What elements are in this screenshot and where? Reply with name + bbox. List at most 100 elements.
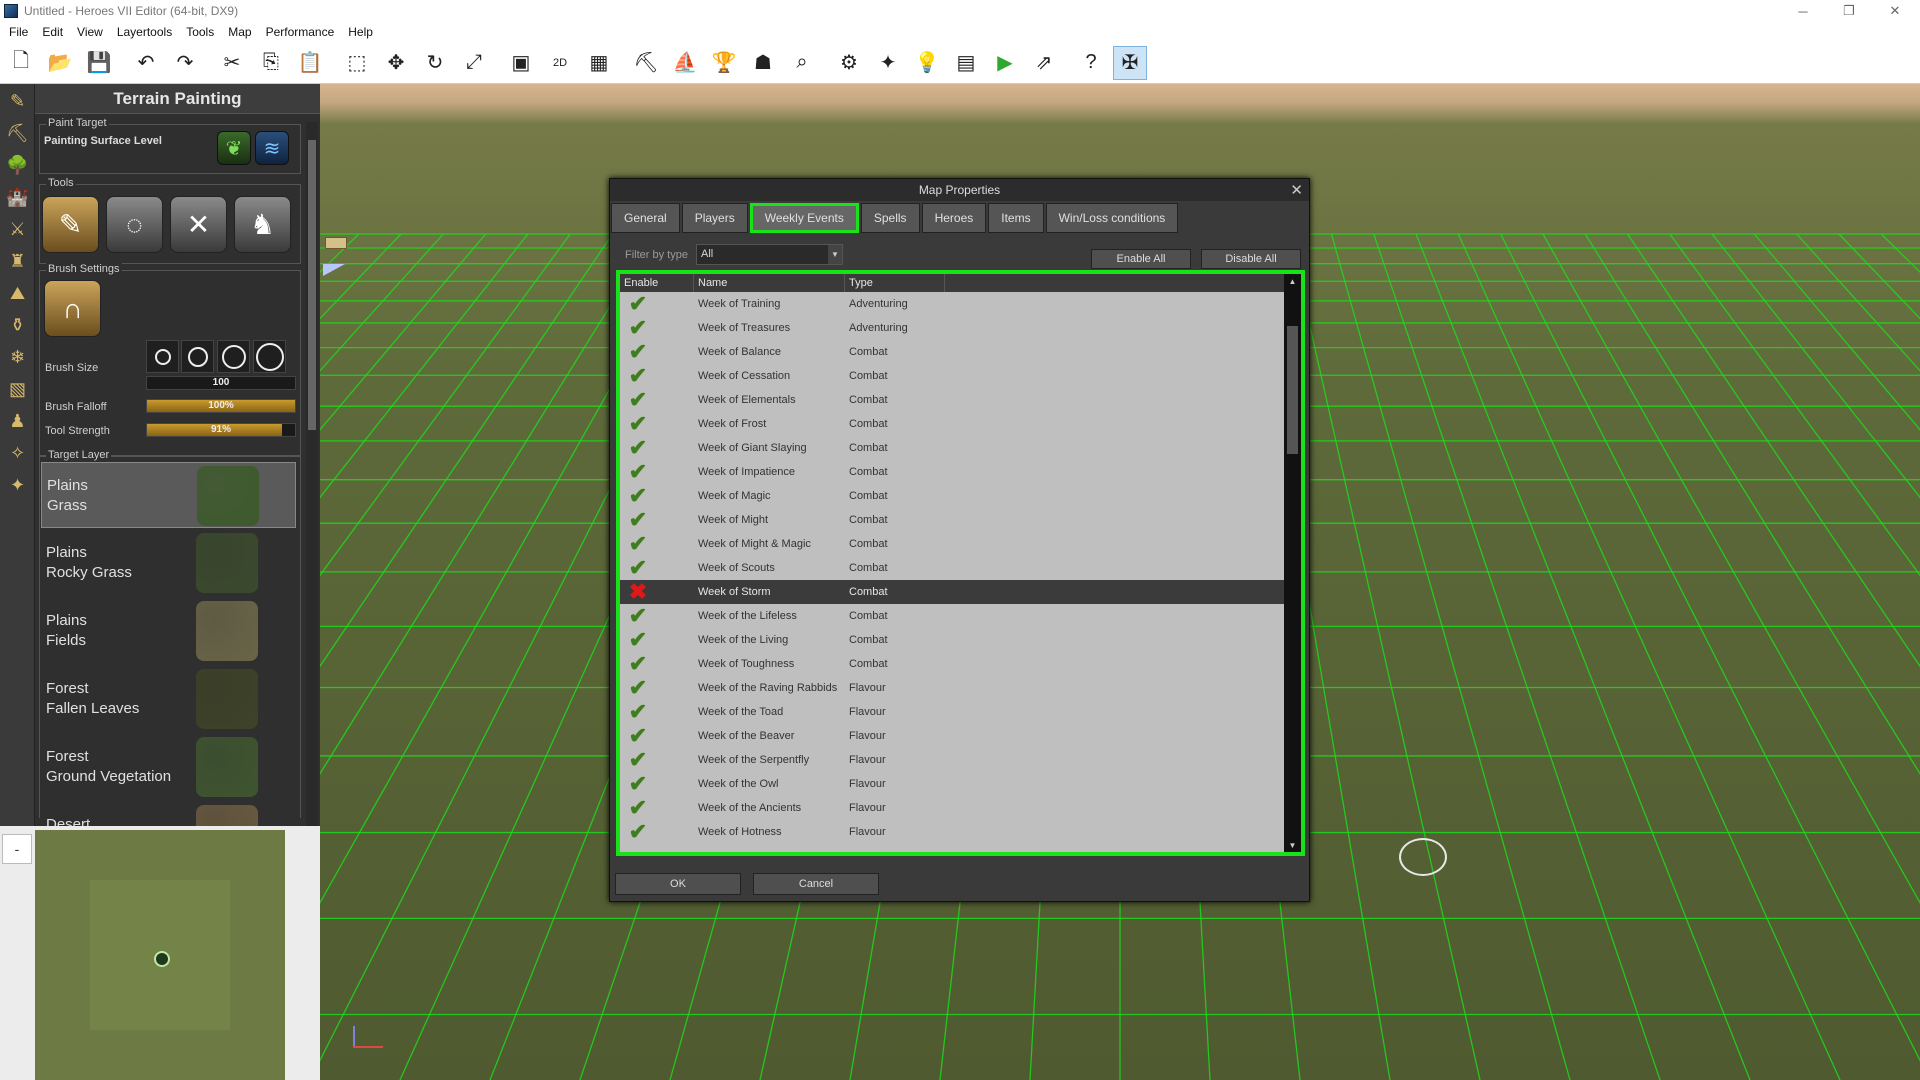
table-row[interactable]: ✔ Week of Frost Combat	[620, 411, 1284, 436]
table-row[interactable]: ✖ Week of Storm Combat	[620, 579, 1284, 604]
rider-tool-icon[interactable]: ♞	[234, 196, 291, 253]
scroll-down-icon[interactable]: ▼	[1284, 838, 1301, 852]
table-row[interactable]: ✔ Week of Hotness Flavour	[620, 819, 1284, 844]
table-row[interactable]: ✔ Week of Toughness Combat	[620, 651, 1284, 676]
category-icon-8[interactable]: ❄	[1, 342, 34, 372]
lightbulb-icon[interactable]: 💡	[910, 46, 944, 80]
open-folder-icon[interactable]: 📂	[43, 46, 77, 80]
redo-icon[interactable]: ↷	[168, 46, 202, 80]
scale-icon[interactable]: ⤢	[457, 46, 491, 80]
search-map-icon[interactable]: ⌕	[785, 46, 819, 80]
panel-scrollbar[interactable]	[306, 122, 318, 826]
table-row[interactable]: ✔ Week of Treasures Adventuring	[620, 315, 1284, 340]
restore-button[interactable]: ❐	[1826, 0, 1872, 22]
column-type[interactable]: Type	[845, 274, 945, 292]
minimap-collapse-button[interactable]: -	[2, 834, 32, 864]
disable-all-button[interactable]: Disable All	[1201, 249, 1301, 269]
checkmark-icon[interactable]: ✔	[624, 747, 652, 772]
erase-tool-icon[interactable]: ✕	[170, 196, 227, 253]
column-name[interactable]: Name	[694, 274, 845, 292]
table-row[interactable]: ✔ Week of the Toad Flavour	[620, 699, 1284, 724]
checkmark-icon[interactable]: ✔	[624, 651, 652, 676]
menu-item-file[interactable]: File	[2, 25, 35, 39]
table-row[interactable]: ✔ Week of Giant Slaying Combat	[620, 435, 1284, 460]
category-icon-9[interactable]: ▧	[1, 374, 34, 404]
checkmark-icon[interactable]: ✔	[624, 363, 652, 388]
menu-item-map[interactable]: Map	[221, 25, 258, 39]
checkmark-icon[interactable]: ✔	[624, 603, 652, 628]
checkmark-icon[interactable]: ✔	[624, 315, 652, 340]
brush-size-large-button[interactable]	[217, 340, 250, 373]
tab-items[interactable]: Items	[988, 203, 1044, 233]
move-icon[interactable]: ✥	[379, 46, 413, 80]
table-row[interactable]: ✔ Week of Cessation Combat	[620, 363, 1284, 388]
table-row[interactable]: ✔ Week of Elementals Combat	[620, 387, 1284, 412]
table-row[interactable]: ✔ Week of Scouts Combat	[620, 555, 1284, 580]
table-row[interactable]: ✔ Week of Magic Combat	[620, 483, 1284, 508]
tab-players[interactable]: Players	[681, 203, 748, 233]
checkmark-icon[interactable]: ✔	[624, 771, 652, 796]
close-window-button[interactable]: ✕	[1872, 0, 1918, 22]
checkmark-icon[interactable]: ✔	[624, 531, 652, 556]
map-properties-icon[interactable]: ✠	[1113, 45, 1147, 80]
menu-item-tools[interactable]: Tools	[179, 25, 221, 39]
checkmark-icon[interactable]: ✔	[624, 339, 652, 364]
layer-item[interactable]: Desert	[41, 802, 296, 826]
table-row[interactable]: ✔ Week of Might & Magic Combat	[620, 531, 1284, 556]
paste-icon[interactable]: 📋	[293, 46, 327, 80]
table-row[interactable]: ✔ Week of the Living Combat	[620, 627, 1284, 652]
checkmark-icon[interactable]: ✔	[624, 675, 652, 700]
checkmark-icon[interactable]: ✔	[624, 459, 652, 484]
select-icon[interactable]: ⬚	[340, 46, 374, 80]
copy-icon[interactable]: ⎘	[254, 46, 288, 80]
list-scrollbar[interactable]: ▲ ▼	[1284, 274, 1301, 852]
brush-falloff-slider[interactable]: 100%	[146, 399, 296, 413]
water-icon[interactable]: ≋	[255, 131, 289, 165]
category-icon-4[interactable]: ⚔	[1, 214, 34, 244]
brush-shape-icon[interactable]: ∩	[44, 280, 101, 337]
checkmark-icon[interactable]: ✔	[624, 387, 652, 412]
export-icon[interactable]: ⇗	[1027, 46, 1061, 80]
table-row[interactable]: ✔ Week of the Serpentfly Flavour	[620, 747, 1284, 772]
category-icon-0[interactable]: ✎	[1, 86, 34, 116]
tool-b-icon[interactable]: ⛵	[668, 46, 702, 80]
brush-size-small-button[interactable]	[146, 340, 179, 373]
cut-icon[interactable]: ✂	[215, 46, 249, 80]
category-icon-6[interactable]: ⛰	[1, 278, 34, 308]
table-row[interactable]: ✔ Week of the Owl Flavour	[620, 771, 1284, 796]
checkmark-icon[interactable]: ✔	[624, 555, 652, 580]
category-icon-7[interactable]: ⚱	[1, 310, 34, 340]
ghost-icon[interactable]: ☗	[746, 46, 780, 80]
menu-item-help[interactable]: Help	[341, 25, 380, 39]
checkmark-icon[interactable]: ✔	[624, 795, 652, 820]
paint-brush-tool-icon[interactable]: ✎	[42, 196, 99, 253]
filter-by-type-select[interactable]: All ▼	[696, 244, 843, 265]
checkmark-icon[interactable]: ✔	[624, 435, 652, 460]
tab-heroes[interactable]: Heroes	[921, 203, 987, 233]
category-icon-2[interactable]: 🌳	[1, 150, 34, 180]
menu-item-performance[interactable]: Performance	[259, 25, 342, 39]
trophy-icon[interactable]: 🏆	[707, 46, 741, 80]
tab-weekly-events[interactable]: Weekly Events	[749, 203, 859, 233]
new-file-icon[interactable]: 🗋	[4, 46, 38, 80]
cancel-button[interactable]: Cancel	[753, 873, 879, 895]
menu-item-view[interactable]: View	[70, 25, 110, 39]
category-icon-3[interactable]: 🏰	[1, 182, 34, 212]
panel-scroll-thumb[interactable]	[308, 140, 316, 430]
rotate-icon[interactable]: ↻	[418, 46, 452, 80]
checkmark-icon[interactable]: ✔	[624, 699, 652, 724]
layer-item[interactable]: Forest Ground Vegetation	[41, 734, 296, 800]
compass-icon[interactable]: ✦	[871, 46, 905, 80]
menu-item-layertools[interactable]: Layertools	[110, 25, 179, 39]
tab-general[interactable]: General	[611, 203, 680, 233]
brush-size-slider[interactable]: 100	[146, 376, 296, 390]
category-icon-5[interactable]: ♜	[1, 246, 34, 276]
smooth-tool-icon[interactable]: ◌	[106, 196, 163, 253]
minimap[interactable]	[35, 830, 285, 1080]
category-icon-1[interactable]: ⛏	[1, 118, 34, 148]
table-row[interactable]: ✔ Week of the Beaver Flavour	[620, 723, 1284, 748]
layer-item[interactable]: Plains Fields	[41, 598, 296, 664]
cross-icon[interactable]: ✖	[624, 579, 652, 604]
minimize-button[interactable]: ─	[1780, 0, 1826, 22]
grid-icon[interactable]: ▦	[582, 46, 616, 80]
